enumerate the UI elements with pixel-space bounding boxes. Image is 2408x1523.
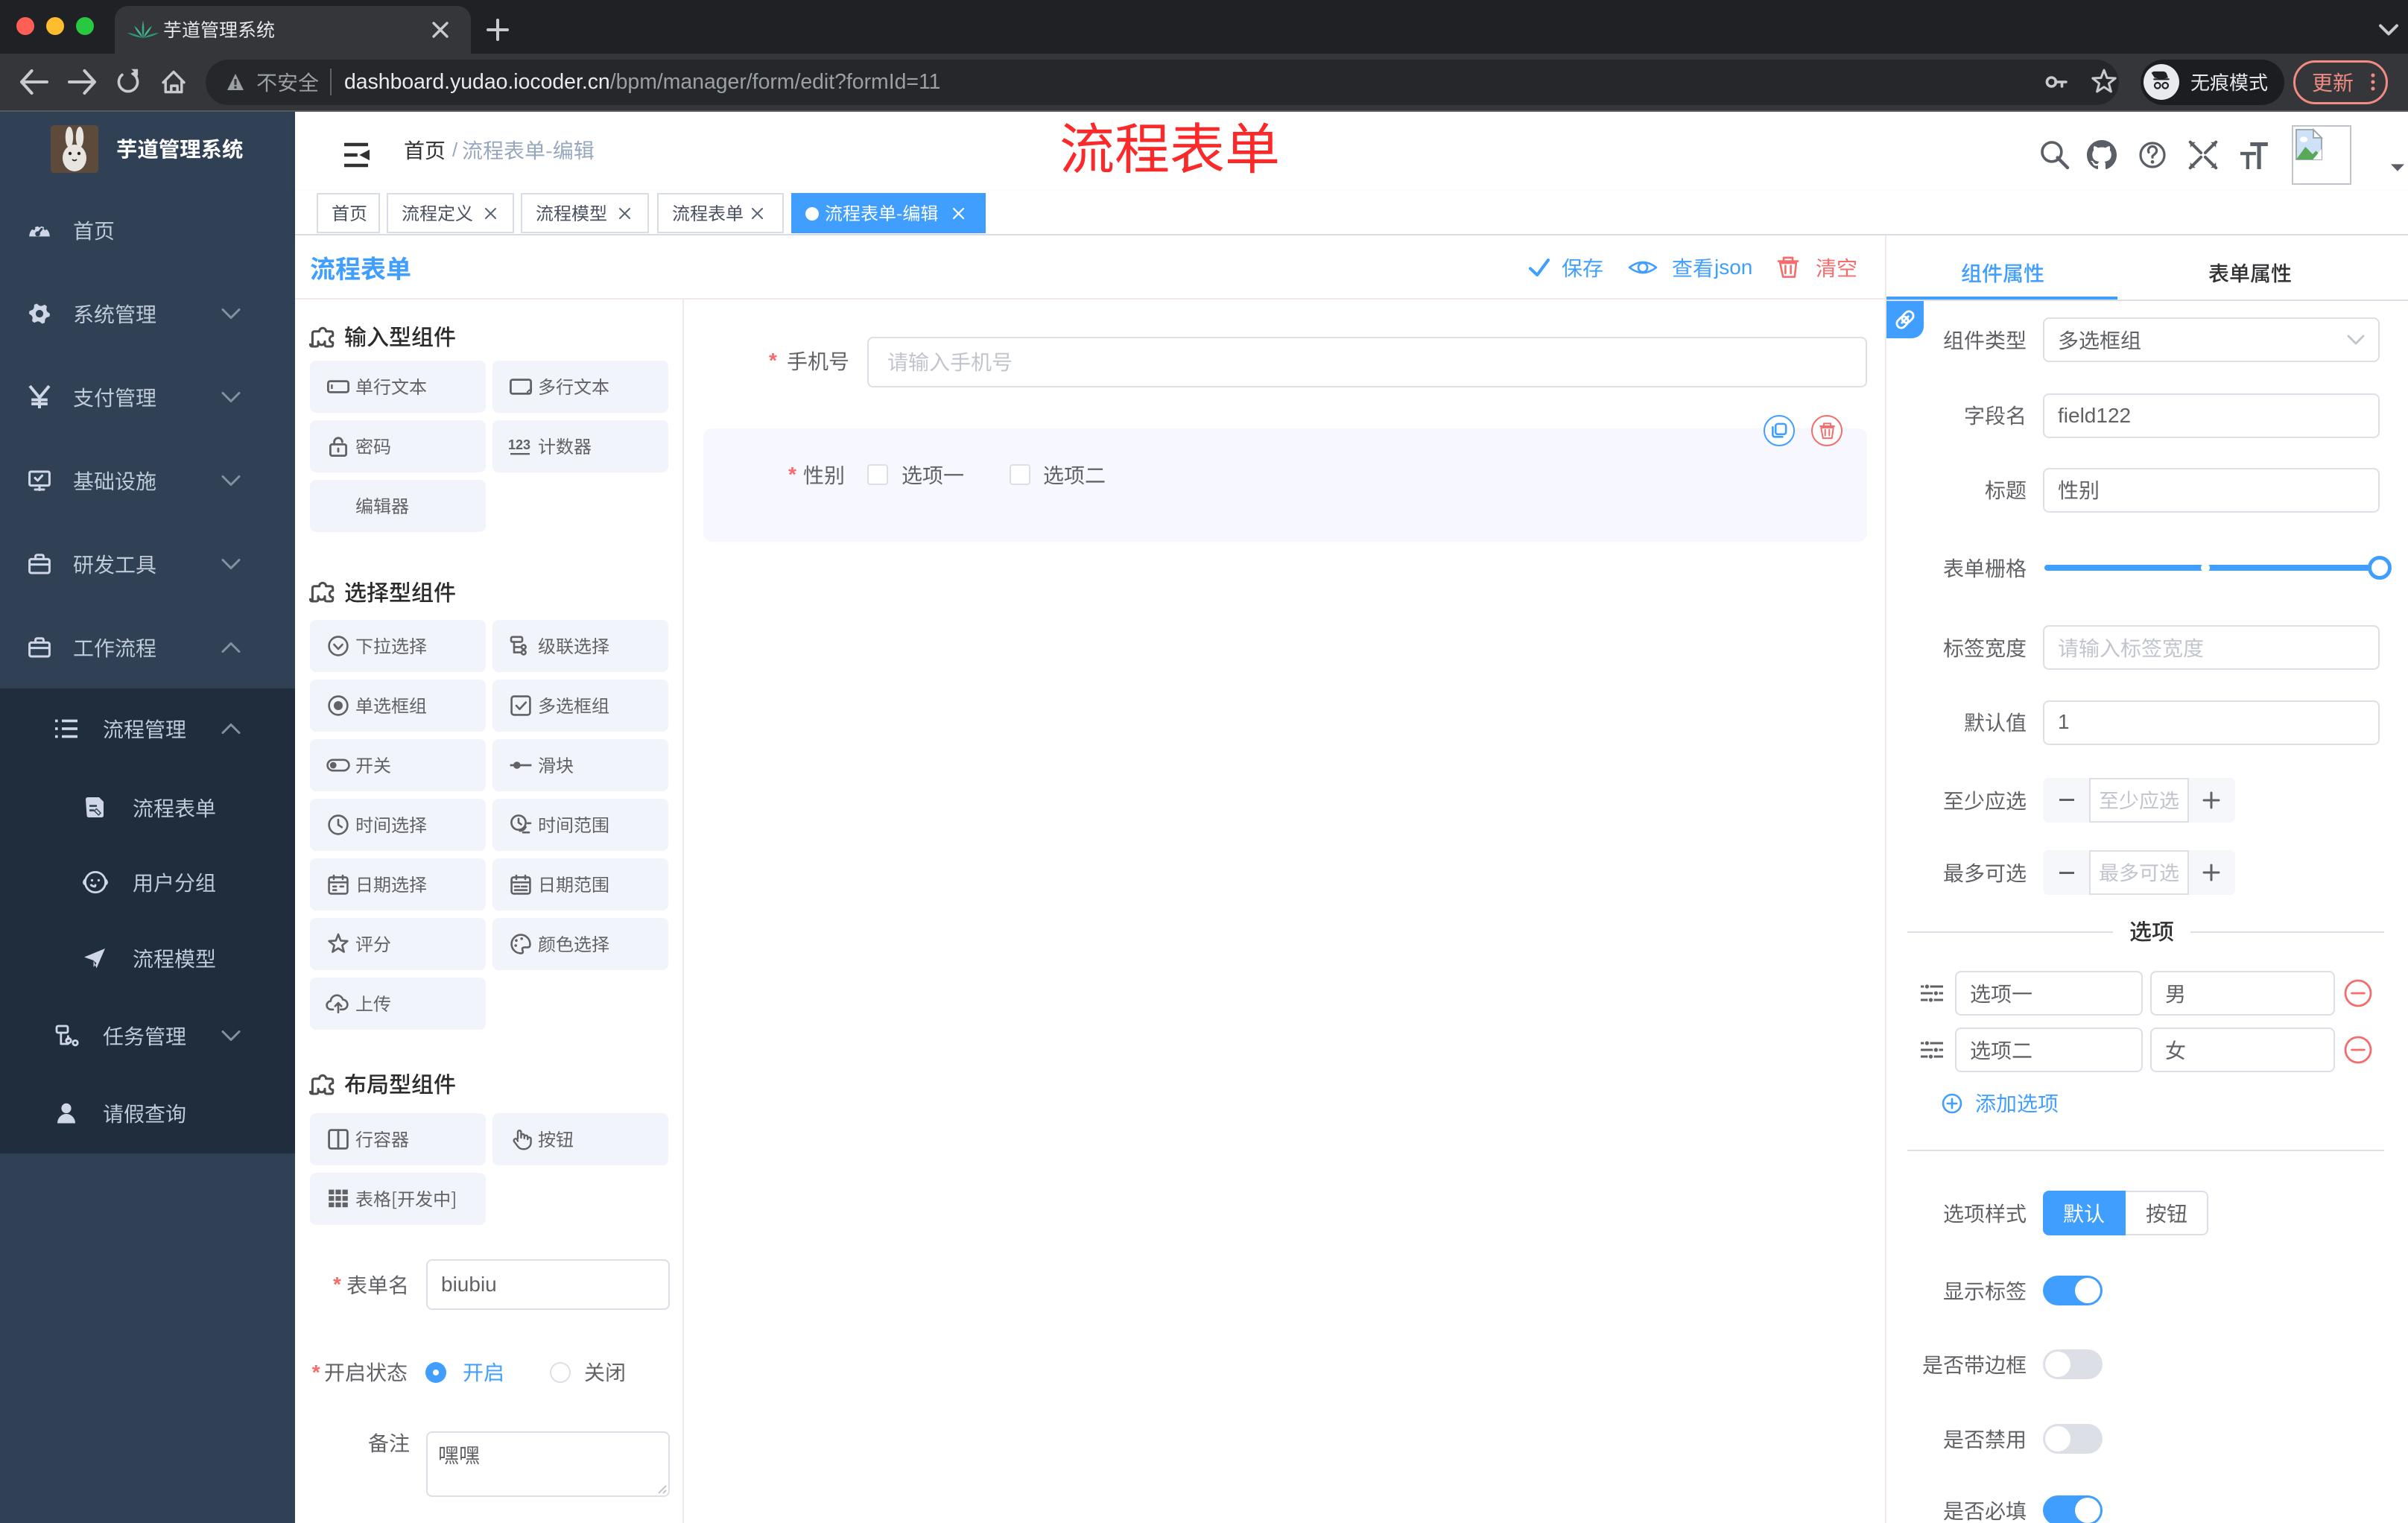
svg-text:123: 123 — [508, 437, 530, 452]
